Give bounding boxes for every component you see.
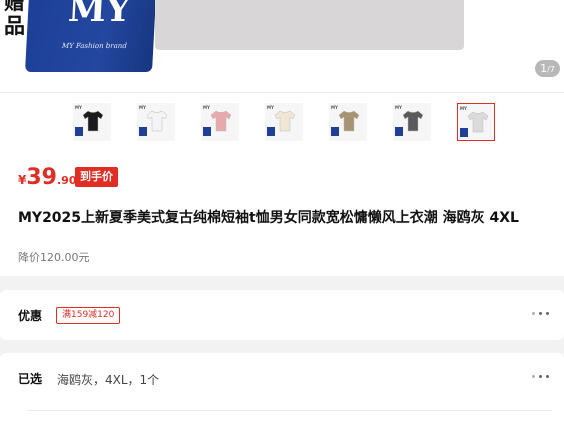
coupon-row[interactable]: 优惠 满159减120 [0, 290, 564, 340]
tshirt-icon [210, 110, 232, 132]
price-decimal: .90 [56, 174, 77, 187]
product-image-carousel[interactable]: 赠品 MY MY Fashion brand 1/7 [0, 0, 564, 93]
thumbnail-item[interactable]: MY [137, 103, 175, 141]
tshirt-icon [82, 110, 104, 132]
thumbnail-strip: MY MY MY MY MY MY MY [0, 93, 564, 151]
more-dots-icon[interactable] [532, 310, 550, 318]
tshirt-icon [402, 110, 424, 132]
divider [27, 410, 552, 411]
thumbnail-item[interactable]: MY [265, 103, 303, 141]
gift-bag-icon [75, 127, 83, 136]
tshirt-icon [146, 110, 168, 132]
gift-bag-icon [203, 127, 211, 136]
thumbnail-item[interactable]: MY [201, 103, 239, 141]
tshirt-icon [274, 110, 296, 132]
product-title: MY2025上新夏季美式复古纯棉短袖t恤男女同款宽松慵懒风上衣潮 海鸥灰 4XL [18, 210, 519, 226]
thumbnail-item[interactable]: MY [329, 103, 367, 141]
price: ¥39.90 [18, 165, 76, 190]
gift-bag-image: MY MY Fashion brand [25, 0, 156, 72]
product-shirt-image [155, 0, 464, 50]
selected-spec-row[interactable]: 已选 海鸥灰，4XL，1个 [0, 353, 564, 426]
final-price-badge: 到手价 [75, 167, 118, 187]
coupon-label: 优惠 [18, 309, 43, 323]
gift-bag-icon [331, 127, 339, 136]
gift-bag-icon [395, 127, 403, 136]
bag-logo: MY [67, 0, 132, 30]
tshirt-icon [467, 111, 489, 133]
selected-label: 已选 [18, 372, 43, 386]
thumbnail-item[interactable]: MY [73, 103, 111, 141]
image-counter-total: /7 [547, 65, 555, 74]
more-dots-icon[interactable] [532, 373, 550, 381]
gift-bag-icon [267, 127, 275, 136]
price-drop-note: 降价120.00元 [18, 251, 90, 264]
gift-bag-icon [139, 127, 147, 136]
tshirt-icon [338, 110, 360, 132]
bag-brand-text: MY Fashion brand [61, 42, 128, 50]
gift-tag-text: 赠品 [4, 0, 25, 38]
price-integer: 39 [26, 165, 57, 190]
product-info: ¥39.90 到手价 MY2025上新夏季美式复古纯棉短袖t恤男女同款宽松慵懒风… [0, 151, 564, 276]
thumbnail-item[interactable]: MY [457, 103, 495, 141]
selected-value: 海鸥灰，4XL，1个 [57, 373, 160, 387]
thumbnail-item[interactable]: MY [393, 103, 431, 141]
coupon-tag: 满159减120 [56, 307, 121, 324]
gift-bag-icon [460, 128, 468, 137]
image-counter: 1/7 [535, 60, 560, 77]
